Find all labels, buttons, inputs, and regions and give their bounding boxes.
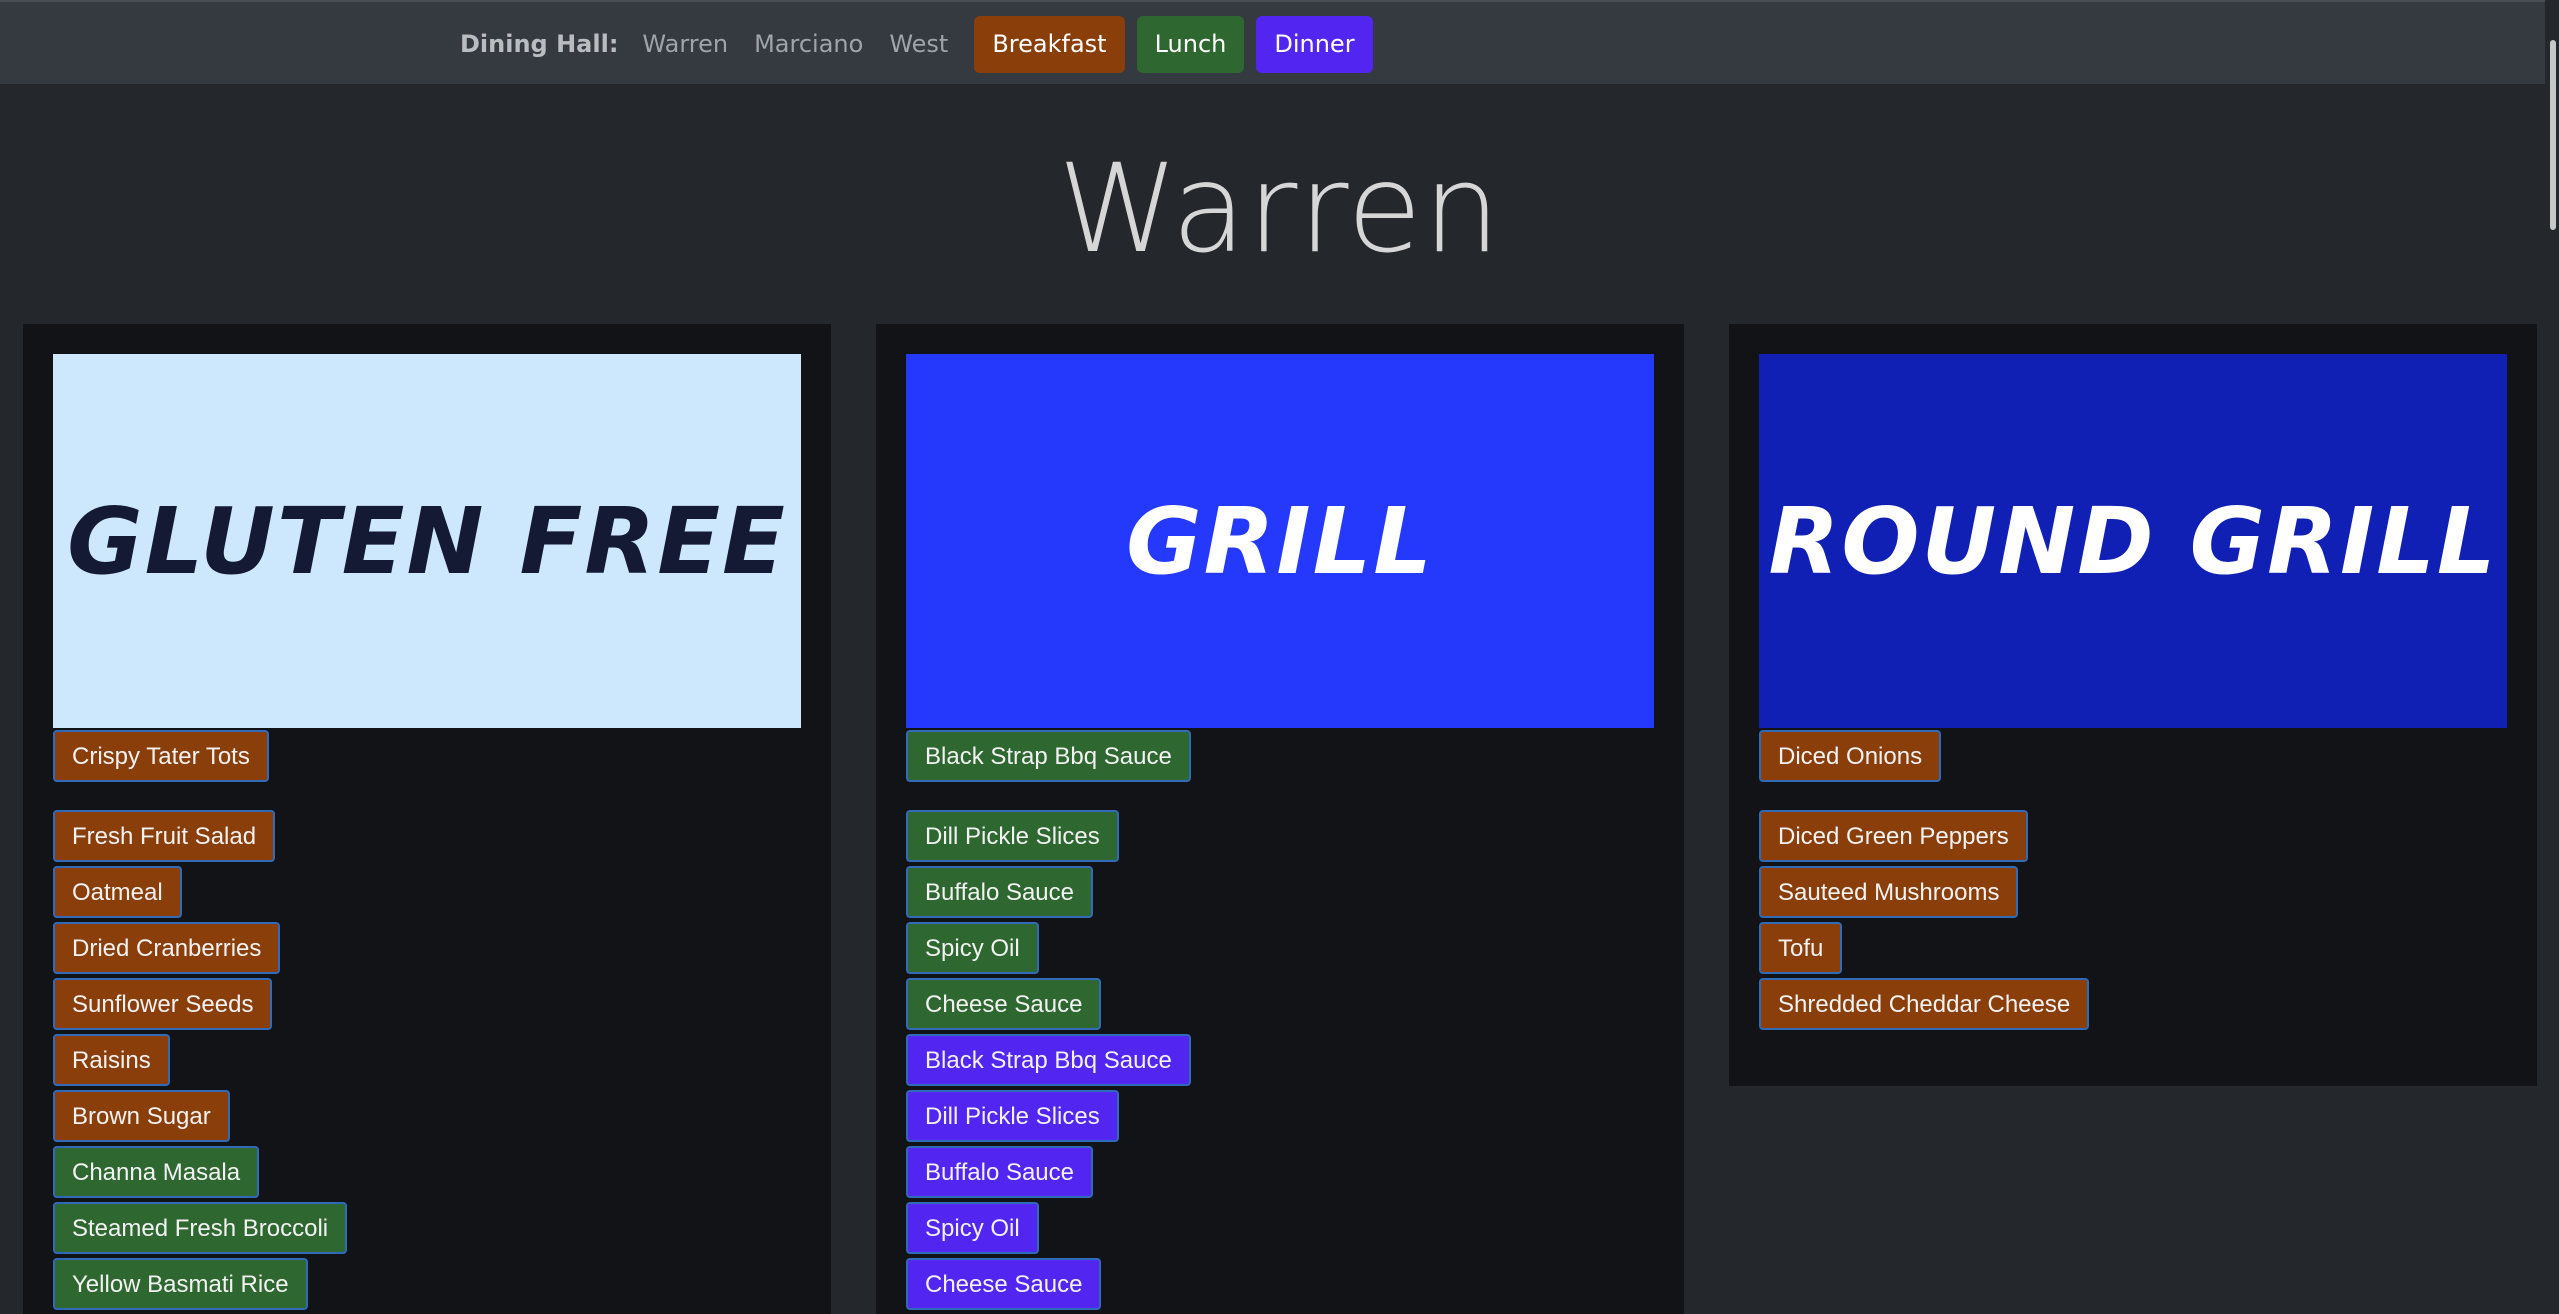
menu-item-tag[interactable]: Crispy Tater Tots bbox=[53, 730, 269, 782]
menu-item-tag[interactable]: Dill Pickle Slices bbox=[906, 1090, 1119, 1142]
nav-link-west[interactable]: West bbox=[889, 30, 948, 58]
station-banner: ROUND GRILL bbox=[1759, 354, 2507, 728]
menu-item-tag[interactable]: Spicy Oil bbox=[906, 1202, 1039, 1254]
station-card-round-grill: ROUND GRILL Diced Onions Diced Green Pepp… bbox=[1729, 324, 2537, 1086]
menu-item-tag[interactable]: Diced Green Peppers bbox=[1759, 810, 2028, 862]
page-title: Warren bbox=[1057, 138, 1502, 280]
menu-item-tag[interactable]: Sunflower Seeds bbox=[53, 978, 273, 1030]
station-banner: GRILL bbox=[906, 354, 1654, 728]
menu-item-tag[interactable]: Cheese Sauce bbox=[906, 1258, 1102, 1310]
menu-item-tag[interactable]: Black Strap Bbq Sauce bbox=[906, 730, 1191, 782]
menu-item-tag[interactable]: Shredded Cheddar Cheese bbox=[1759, 978, 2090, 1030]
menu-item-tag[interactable]: Steamed Fresh Broccoli bbox=[53, 1202, 348, 1254]
menu-item-tag[interactable]: Spicy Oil bbox=[906, 922, 1039, 974]
menu-item-tag[interactable]: Sauteed Mushrooms bbox=[1759, 866, 2019, 918]
menu-item-tag[interactable]: Cheese Sauce bbox=[906, 978, 1102, 1030]
menu-item-tag[interactable]: Channa Masala bbox=[53, 1146, 260, 1198]
menu-item-tag[interactable]: Fresh Fruit Salad bbox=[53, 810, 276, 862]
breakfast-button[interactable]: Breakfast bbox=[974, 15, 1125, 73]
station-card-gluten-free: GLUTEN FREE Crispy Tater Tots Fresh Fruit… bbox=[23, 324, 831, 1314]
menu-item-tag[interactable]: Yellow Basmati Rice bbox=[53, 1258, 308, 1310]
dinner-button[interactable]: Dinner bbox=[1256, 15, 1373, 73]
station-banner: GLUTEN FREE bbox=[53, 354, 801, 728]
nav-link-marciano[interactable]: Marciano bbox=[754, 30, 863, 58]
menu-item-tag[interactable]: Oatmeal bbox=[53, 866, 182, 918]
menu-item-tag[interactable]: Diced Onions bbox=[1759, 730, 1942, 782]
nav-brand: Dining Hall: bbox=[460, 30, 619, 58]
menu-item-tag[interactable]: Raisins bbox=[53, 1034, 170, 1086]
menu-item-tag[interactable]: Dill Pickle Slices bbox=[906, 810, 1119, 862]
menu-item-tag[interactable]: Tofu bbox=[1759, 922, 1843, 974]
menu-item-tag[interactable]: Buffalo Sauce bbox=[906, 1146, 1094, 1198]
menu-item-tag[interactable]: Black Strap Bbq Sauce bbox=[906, 1034, 1191, 1086]
navbar: Dining Hall: Warren Marciano West Breakf… bbox=[0, 0, 2559, 84]
menu-item-tag[interactable]: Dried Cranberries bbox=[53, 922, 281, 974]
lunch-button[interactable]: Lunch bbox=[1136, 15, 1245, 73]
menu-item-tag[interactable]: Buffalo Sauce bbox=[906, 866, 1094, 918]
nav-link-warren[interactable]: Warren bbox=[642, 30, 728, 58]
menu-item-tag[interactable]: Brown Sugar bbox=[53, 1090, 230, 1142]
nav-inner: Dining Hall: Warren Marciano West Breakf… bbox=[460, 15, 1385, 73]
station-card-grill: GRILL Black Strap Bbq Sauce Dill Pickle S… bbox=[876, 324, 1684, 1314]
